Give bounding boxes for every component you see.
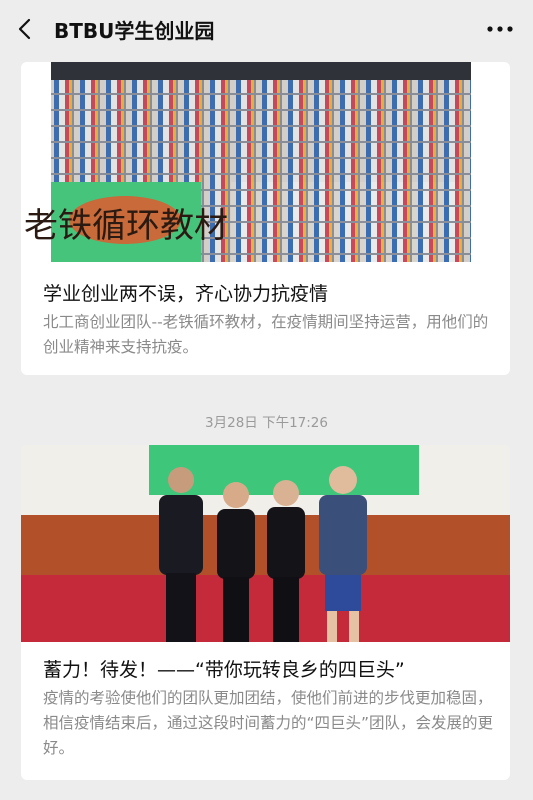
article-description-1: 北工商创业团队--老铁循环教材，在疫情期间坚持运营，用他们的创业精神来支持抗疫。 xyxy=(43,313,489,356)
message-timestamp: 3月28日 下午17:26 xyxy=(205,415,328,431)
team-photo-image xyxy=(21,445,510,642)
article-card-2[interactable]: 蓄力！待发！——“带你玩转良乡的四巨头” 疫情的考验使他们的团队更加团结，使他们… xyxy=(21,445,510,780)
image-overlay-text: 老铁循环教材 xyxy=(24,206,228,246)
warehouse-books-image: 老铁循环教材 xyxy=(21,62,510,262)
chevron-left-icon[interactable] xyxy=(14,17,38,41)
article-title-2[interactable]: 蓄力！待发！——“带你玩转良乡的四巨头” xyxy=(43,655,405,682)
page-title: BTBU学生创业园 xyxy=(54,19,215,43)
more-dots-icon[interactable] xyxy=(485,17,515,41)
top-navigation-bar: BTBU学生创业园 xyxy=(0,0,533,58)
article-card-1[interactable]: 老铁循环教材 学业创业两不误，齐心协力抗疫情 北工商创业团队--老铁循环教材，在… xyxy=(21,62,510,375)
article-title-1[interactable]: 学业创业两不误，齐心协力抗疫情 xyxy=(43,279,328,306)
article-description-2: 疫情的考验使他们的团队更加团结，使他们前进的步伐更加稳固，相信疫情结束后，通过这… xyxy=(43,689,494,757)
